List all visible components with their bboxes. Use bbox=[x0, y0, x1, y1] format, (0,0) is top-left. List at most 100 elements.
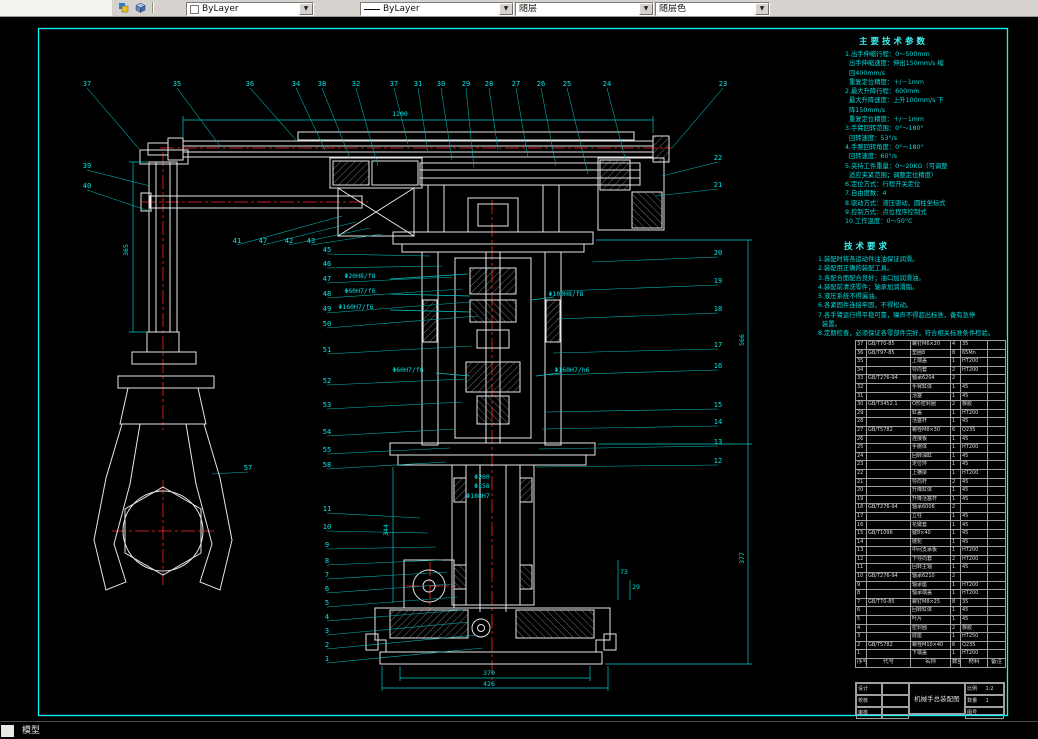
bom-cell: 34 bbox=[855, 365, 867, 376]
callout-number: 26 bbox=[537, 80, 545, 88]
callout-leader bbox=[515, 87, 529, 159]
bom-cell: 2 bbox=[950, 623, 961, 634]
bom-cell: 缸盖 bbox=[910, 408, 951, 419]
callout-leader bbox=[326, 583, 453, 594]
bom-cell: HT200 bbox=[960, 649, 988, 659]
callout-leader bbox=[326, 596, 458, 608]
bom-cell: O形密封圈 bbox=[910, 400, 951, 410]
bom-cell: 2 bbox=[855, 640, 867, 651]
signature-label: 校核 bbox=[856, 695, 883, 707]
tech-req-line: 装置。 bbox=[818, 321, 841, 329]
bom-row: 26 连接板 1 45 bbox=[855, 434, 1006, 445]
bom-cell: 16 bbox=[855, 520, 867, 531]
bom-cell: 螺钉M8×25 bbox=[910, 597, 951, 608]
bom-cell bbox=[866, 606, 911, 616]
callout-number: 25 bbox=[563, 80, 571, 88]
bom-cell: 45 bbox=[960, 563, 988, 574]
bom-cell: 上横梁 bbox=[910, 468, 951, 479]
tech-requirements-title: 技术要求 bbox=[844, 242, 891, 252]
dimension-label: Φ60H7/f6 bbox=[344, 287, 375, 295]
chevron-down-icon[interactable]: ▼ bbox=[299, 3, 313, 15]
bom-cell: GB/T1096 bbox=[866, 529, 911, 539]
bom-cell bbox=[866, 443, 911, 453]
tech-req-line: 2.装配用正确的装配工具。 bbox=[818, 265, 894, 273]
bom-cell: 19 bbox=[855, 494, 867, 505]
color-combo[interactable]: 随层 ▼ bbox=[515, 2, 654, 16]
bom-cell: 18 bbox=[855, 503, 867, 513]
bom-cell: 36 bbox=[855, 348, 867, 359]
bom-row: 24 回转油缸 1 45 bbox=[855, 451, 1006, 462]
callout-number: 40 bbox=[83, 182, 91, 190]
layer-combo[interactable]: ByLayer ▼ bbox=[186, 2, 314, 16]
bom-cell: GB/T276-94 bbox=[866, 503, 911, 513]
bom-cell: 定位环 bbox=[910, 460, 951, 470]
bom-cell: 45 bbox=[960, 520, 988, 531]
chevron-down-icon[interactable]: ▼ bbox=[639, 3, 653, 15]
title-block-signatures: 设计 校核 审核 bbox=[856, 683, 909, 719]
iso-cube-icon bbox=[135, 2, 146, 13]
linetype-combo[interactable]: ByLayer ▼ bbox=[360, 2, 514, 16]
bom-cell: 橡胶 bbox=[960, 623, 988, 634]
callout-number: 55 bbox=[323, 446, 331, 454]
bom-cell bbox=[987, 494, 1006, 505]
bom-cell: 37 bbox=[855, 340, 867, 350]
bom-row: 21 导向杆 2 45 bbox=[855, 477, 1006, 488]
callout-leader bbox=[541, 425, 719, 430]
meta-label: 图号 bbox=[967, 710, 978, 716]
bom-cell: 30 bbox=[855, 400, 867, 410]
bom-cell bbox=[987, 520, 1006, 531]
bom-cell: 8 bbox=[855, 589, 867, 599]
3d-view-button[interactable] bbox=[133, 1, 148, 14]
tech-param-line: 出手伸缩速度：伸出150mm/s 缩 bbox=[845, 60, 944, 68]
tech-param-line: 回转速度：60°/s bbox=[845, 153, 898, 161]
bom-cell: 35 bbox=[855, 357, 867, 367]
callout-leader bbox=[538, 445, 719, 450]
bom-cell bbox=[866, 554, 911, 565]
linetype-combo-value: ByLayer bbox=[383, 3, 420, 14]
bom-cell: HT200 bbox=[960, 546, 988, 556]
callout-number: 12 bbox=[714, 457, 722, 465]
callout-number: 31 bbox=[414, 80, 422, 88]
chevron-down-icon[interactable]: ▼ bbox=[499, 3, 513, 15]
bom-cell: GB/T70-85 bbox=[866, 340, 911, 350]
bom-cell: 2 bbox=[950, 365, 961, 376]
bom-cell: 45 bbox=[960, 606, 988, 616]
bom-cell bbox=[987, 632, 1006, 642]
bom-cell bbox=[987, 649, 1006, 659]
bom-cell: 22 bbox=[855, 468, 867, 479]
lineweight-combo[interactable]: 随层色 ▼ bbox=[655, 2, 770, 16]
tech-param-line: 5.夹持工件重量：0～20KG（可调整 bbox=[845, 162, 948, 170]
bom-cell: 45 bbox=[960, 529, 988, 539]
callout-leader bbox=[326, 345, 473, 355]
callout-number: 21 bbox=[714, 181, 722, 189]
chevron-down-icon[interactable]: ▼ bbox=[755, 3, 769, 15]
bom-row: 19 升降活塞杆 1 45 bbox=[855, 494, 1006, 505]
callout-leader bbox=[655, 188, 719, 197]
callout-number: 2 bbox=[325, 641, 329, 649]
bom-cell bbox=[960, 572, 988, 582]
callout-leader bbox=[326, 559, 443, 566]
bom-row: 8 轴承端盖 1 HT200 bbox=[855, 589, 1006, 599]
bom-cell: 1 bbox=[950, 417, 961, 427]
tech-req-line: 1.装配时将各运动件注油保证润滑。 bbox=[818, 256, 919, 263]
bom-cell bbox=[866, 623, 911, 634]
tech-req-line: 7.各手臂运行得平稳可靠，噪声不得超出标准，备有急停 bbox=[818, 311, 976, 319]
bom-cell: 13 bbox=[855, 546, 867, 556]
bom-cell: 螺栓M8×30 bbox=[910, 425, 951, 436]
layers-icon bbox=[119, 3, 129, 13]
bom-cell: 1 bbox=[950, 408, 961, 419]
bom-cell: 45 bbox=[960, 417, 988, 427]
bom-cell bbox=[987, 374, 1006, 384]
bom-row: 13 中间支承板 1 HT200 bbox=[855, 546, 1006, 556]
model-tab[interactable]: 模型 bbox=[22, 723, 40, 736]
tech-param-line: 重复定位精度：＋/－1mm bbox=[845, 116, 925, 124]
bom-cell: 1 bbox=[855, 649, 867, 659]
callout-leader bbox=[326, 530, 429, 534]
bom-cell bbox=[987, 615, 1006, 625]
title-block: 设计 校核 审核 机械手总装配图 比例 1:2 数量 1 图号 bbox=[855, 682, 1005, 719]
bom-cell bbox=[987, 391, 1006, 402]
bom-cell: 2 bbox=[950, 374, 961, 384]
callout-number: 52 bbox=[323, 377, 331, 385]
callout-number: 1 bbox=[325, 655, 329, 663]
named-views-button[interactable] bbox=[116, 1, 131, 14]
